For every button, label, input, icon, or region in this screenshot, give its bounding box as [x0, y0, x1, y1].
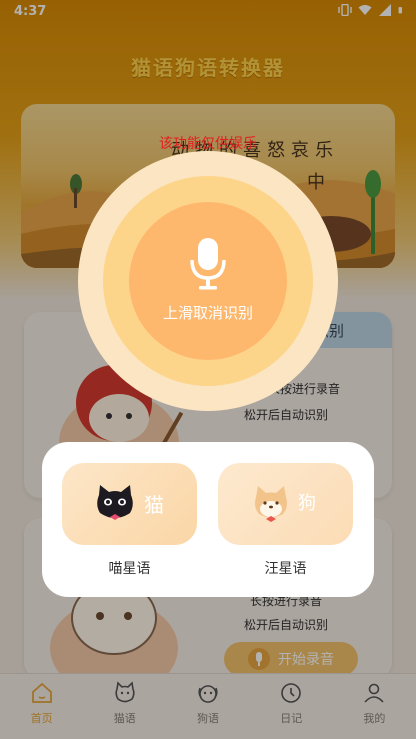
dog-mode-char: 狗	[298, 493, 316, 514]
black-cat-icon	[97, 485, 133, 520]
entertainment-disclaimer: 该功能仅供娱乐	[159, 136, 257, 152]
swipe-up-cancel-hint: 上滑取消识别	[162, 304, 253, 322]
language-mode-panel: 猫 狗 喵星语 汪星语	[42, 442, 374, 597]
microphone-icon	[190, 238, 226, 290]
dog-mode-button[interactable]: 狗	[218, 463, 353, 545]
dog-mode-label: 汪星语	[264, 561, 307, 577]
cat-mode-button[interactable]: 猫	[62, 463, 197, 545]
cat-mode-char: 猫	[144, 493, 164, 517]
cat-mode-label: 喵星语	[108, 561, 151, 577]
shiba-dog-icon	[255, 486, 287, 522]
